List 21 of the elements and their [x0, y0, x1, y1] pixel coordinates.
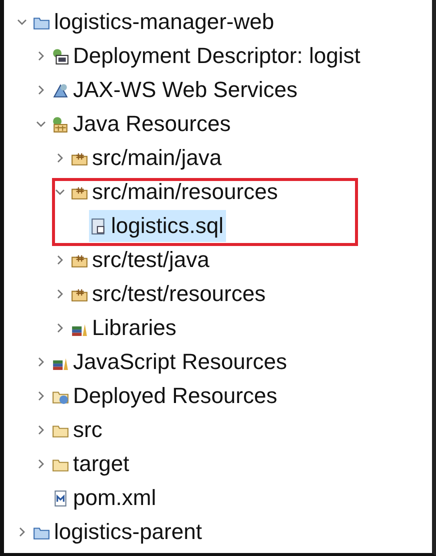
tree-item[interactable]: Java Resources	[51, 108, 234, 140]
tree-item[interactable]: Deployment Descriptor: logist	[51, 40, 364, 72]
tree-item[interactable]: src/test/java	[70, 244, 212, 276]
tree-item[interactable]: src/main/java	[70, 142, 225, 174]
tree-item[interactable]: logistics-manager-web	[32, 6, 278, 38]
tree-item[interactable]: JavaScript Resources	[51, 346, 290, 378]
file-icon	[52, 490, 69, 506]
tree-item[interactable]: target	[51, 448, 132, 480]
tree-item[interactable]: logistics.sql	[89, 210, 226, 242]
tree-item[interactable]: Libraries	[70, 312, 180, 344]
descriptor-icon	[52, 48, 69, 64]
tree-item[interactable]: JAX-WS Web Services	[51, 74, 301, 106]
tree-item[interactable]: pom.xml	[51, 482, 160, 514]
tree-item[interactable]: src/test/resources	[70, 278, 269, 310]
java-resources-icon	[52, 116, 69, 132]
tree-item[interactable]: src	[51, 414, 106, 446]
file-icon	[90, 218, 107, 234]
tree-item[interactable]: Deployed Resources	[51, 380, 280, 412]
tree-item[interactable]: src/main/resources	[70, 176, 281, 208]
tree-item[interactable]: logistics-parent	[32, 516, 205, 548]
webservice-icon	[52, 82, 69, 98]
